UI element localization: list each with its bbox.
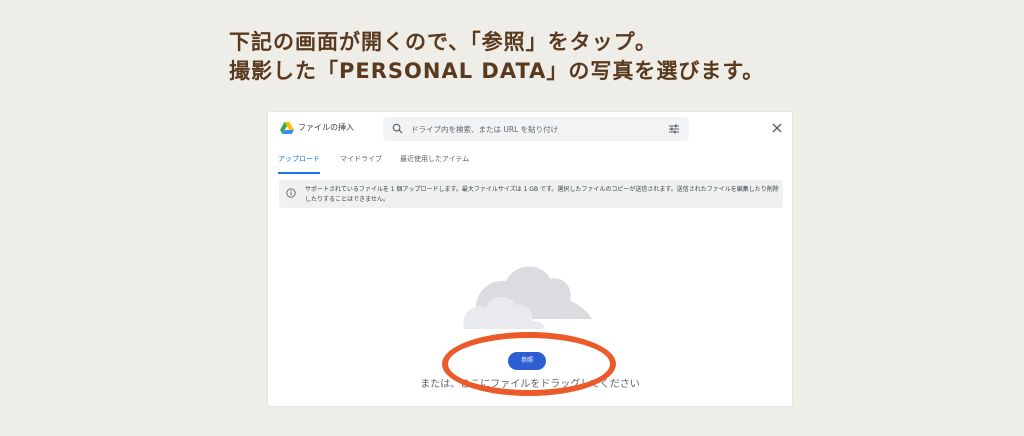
insert-file-dialog: ファイルの挿入 ドライブ内を検索、または URL を貼り付け アップロード マイ…	[268, 112, 792, 406]
instruction-line-2-highlight: PERSONAL DATA	[339, 59, 547, 83]
tune-icon[interactable]	[668, 123, 680, 135]
instruction-line-1: 下記の画面が開くので、「参照」をタップ。	[229, 28, 764, 57]
info-text: サポートされているファイルを 1 個アップロードします。最大ファイルサイズは 1…	[305, 186, 779, 203]
tab-upload[interactable]: アップロード	[278, 154, 320, 174]
instruction-line-1-pre: 下記の画面が開くので、「	[229, 30, 482, 54]
google-drive-logo-icon	[280, 122, 294, 134]
drop-zone-text: または、ここにファイルをドラッグしてください	[420, 379, 640, 390]
search-input[interactable]: ドライブ内を検索、または URL を貼り付け	[383, 117, 689, 141]
close-icon[interactable]	[771, 122, 783, 134]
tab-my-drive[interactable]: マイドライブ	[340, 154, 382, 172]
search-icon	[392, 123, 403, 134]
instruction-line-1-post: 」をタップ。	[525, 30, 658, 54]
dialog-header: ファイルの挿入 ドライブ内を検索、または URL を貼り付け	[268, 112, 792, 148]
instruction-line-2: 撮影した「PERSONAL DATA」の写真を選びます。	[229, 57, 764, 86]
tab-recent[interactable]: 最近使用したアイテム	[400, 154, 469, 172]
cloud-illustration-icon	[463, 266, 592, 329]
info-banner: サポートされているファイルを 1 個アップロードします。最大ファイルサイズは 1…	[279, 180, 783, 208]
instruction-line-2-pre: 撮影した「	[229, 59, 339, 83]
browse-button[interactable]: 参照	[508, 352, 546, 370]
instruction-text: 下記の画面が開くので、「参照」をタップ。 撮影した「PERSONAL DATA」…	[229, 28, 764, 86]
instruction-line-1-highlight: 参照	[481, 30, 526, 54]
dialog-title: ファイルの挿入	[298, 123, 354, 132]
instruction-line-2-post: 」の写真を選びます。	[546, 59, 765, 83]
dialog-tabs: アップロード マイドライブ 最近使用したアイテム	[268, 150, 792, 174]
info-icon	[286, 188, 296, 198]
search-placeholder: ドライブ内を検索、または URL を貼り付け	[411, 125, 559, 134]
